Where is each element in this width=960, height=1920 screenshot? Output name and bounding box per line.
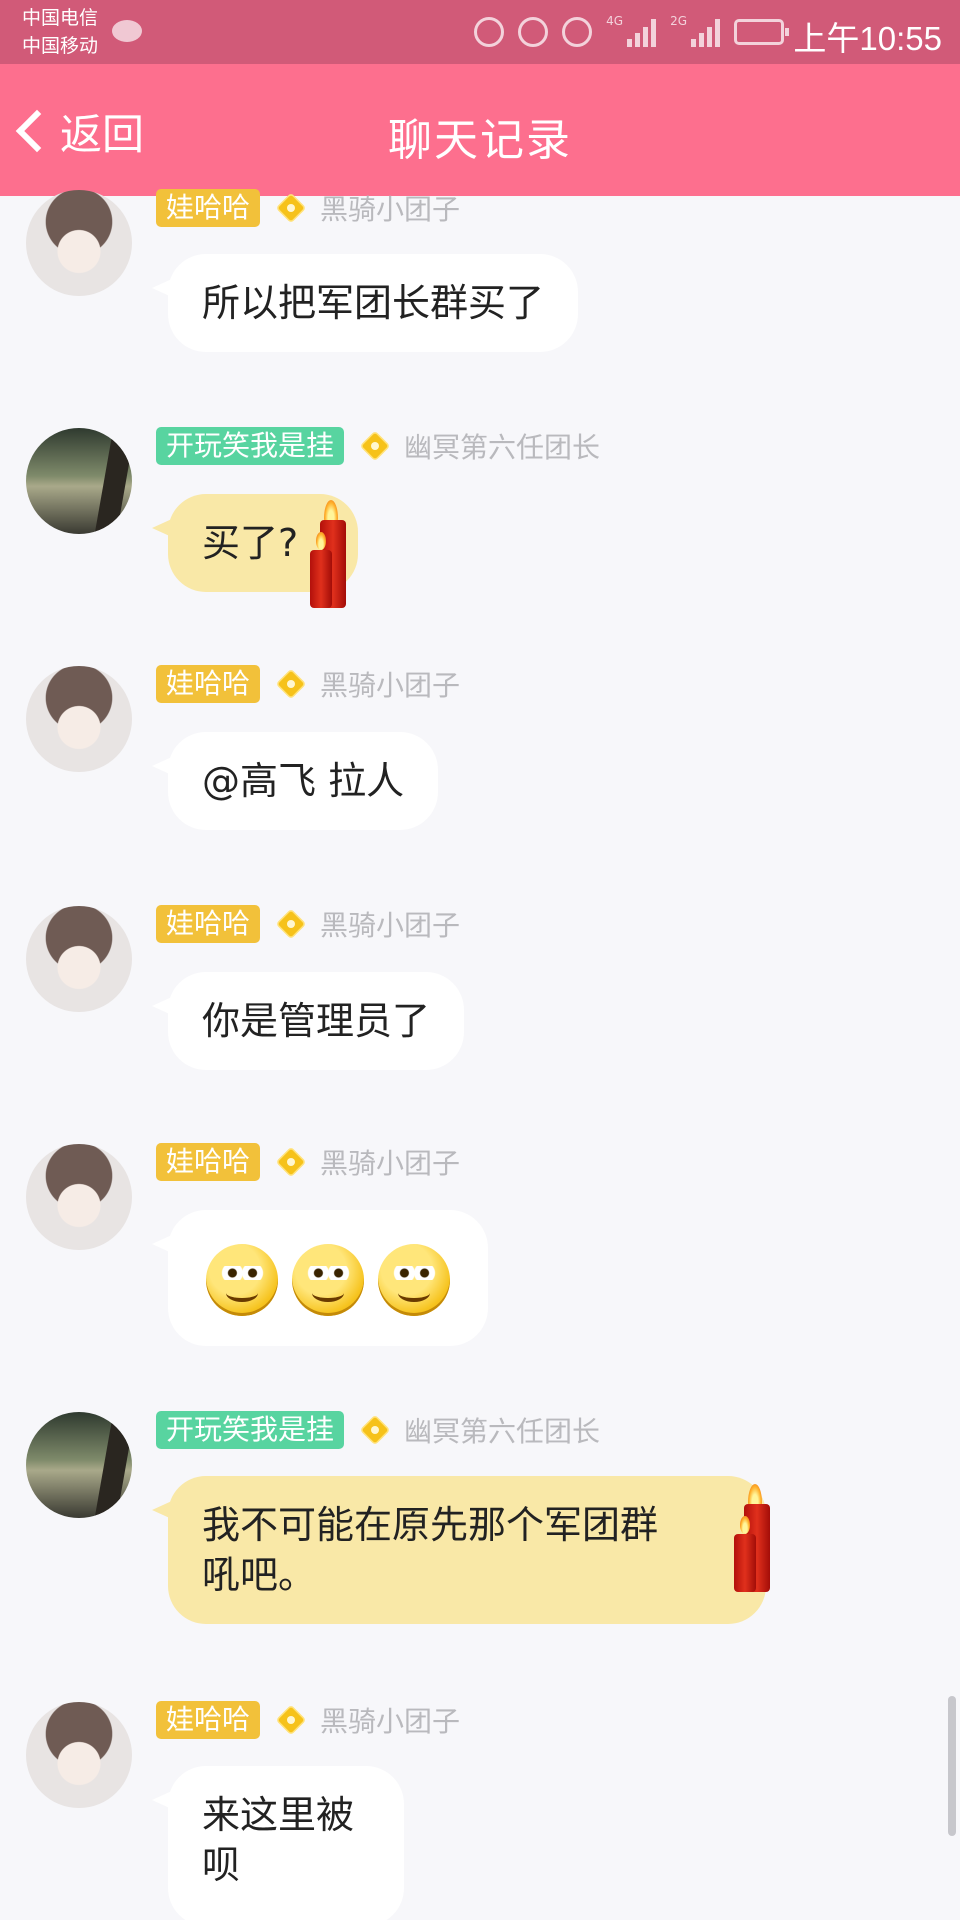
status-bar: 中国电信 中国移动 4G 2G 上午10:55 bbox=[0, 0, 960, 64]
sender-row: 娃哈哈 黑骑小团子 bbox=[156, 1700, 460, 1740]
sender-row: 娃哈哈 黑骑小团子 bbox=[156, 904, 460, 944]
sender-badge: 娃哈哈 bbox=[156, 1701, 261, 1739]
sender-title: 黑骑小团子 bbox=[320, 193, 461, 226]
sender-badge: 娃哈哈 bbox=[156, 905, 261, 943]
sender-title: 黑骑小团子 bbox=[320, 669, 461, 702]
star-icon bbox=[272, 189, 310, 227]
sender-badge: 开玩笑我是挂 bbox=[156, 427, 345, 465]
avatar[interactable] bbox=[26, 666, 132, 772]
carrier-label: 中国电信 bbox=[22, 7, 99, 29]
smirk-emoji-icon bbox=[292, 1244, 364, 1316]
avatar[interactable] bbox=[26, 428, 132, 534]
sender-row: 娃哈哈 黑骑小团子 bbox=[156, 1142, 460, 1182]
star-icon bbox=[272, 665, 310, 703]
sender-row: 娃哈哈 黑骑小团子 bbox=[156, 664, 460, 704]
sender-badge: 娃哈哈 bbox=[156, 1143, 261, 1181]
message-icon bbox=[112, 20, 142, 42]
message-text-line: 呗 bbox=[202, 1843, 241, 1887]
page-title: 聊天记录 bbox=[388, 115, 572, 166]
scrollbar[interactable] bbox=[948, 1696, 956, 1836]
star-icon bbox=[356, 427, 394, 465]
message-bubble[interactable] bbox=[152, 1210, 488, 1346]
star-icon bbox=[356, 1411, 394, 1449]
signal-icon bbox=[627, 17, 657, 47]
message-bubble[interactable]: @高飞 拉人 bbox=[151, 732, 439, 830]
system-icons: 4G 2G bbox=[474, 14, 789, 50]
sender-title: 幽冥第六任团长 bbox=[404, 1415, 601, 1448]
message-bubble[interactable]: 你是管理员了 bbox=[151, 972, 465, 1070]
star-icon bbox=[272, 1701, 310, 1739]
avatar[interactable] bbox=[26, 1412, 132, 1518]
avatar[interactable] bbox=[26, 1144, 132, 1250]
status-time: 上午10:55 bbox=[793, 20, 942, 57]
candle-icon bbox=[734, 1484, 782, 1592]
avatar[interactable] bbox=[26, 190, 132, 296]
sender-row: 娃哈哈 黑骑小团子 bbox=[156, 188, 460, 228]
sender-row: 开玩笑我是挂 幽冥第六任团长 bbox=[156, 1410, 600, 1450]
message-bubble[interactable]: 来这里被 呗 bbox=[152, 1766, 404, 1920]
message-bubble[interactable]: 所以把军团长群买了 bbox=[151, 254, 579, 352]
sender-badge: 娃哈哈 bbox=[156, 189, 261, 227]
smirk-emoji-icon bbox=[378, 1244, 450, 1316]
message-text-line: 吼吧。 bbox=[202, 1553, 317, 1597]
message-bubble[interactable]: 我不可能在原先那个军团群 吼吧。 bbox=[152, 1476, 766, 1624]
sender-title: 幽冥第六任团长 bbox=[404, 431, 601, 464]
sender-badge: 开玩笑我是挂 bbox=[156, 1411, 345, 1449]
sender-title: 黑骑小团子 bbox=[320, 1147, 461, 1180]
candle-icon bbox=[310, 500, 358, 608]
avatar[interactable] bbox=[26, 906, 132, 1012]
alarm-icon bbox=[518, 17, 549, 47]
signal-icon bbox=[691, 17, 720, 47]
sender-badge: 娃哈哈 bbox=[156, 665, 261, 703]
sender-row: 开玩笑我是挂 幽冥第六任团长 bbox=[156, 426, 600, 466]
smirk-emoji-icon bbox=[206, 1244, 278, 1316]
battery-icon bbox=[734, 19, 789, 45]
network-label: 2G bbox=[670, 14, 687, 28]
star-icon bbox=[272, 905, 310, 943]
avatar[interactable] bbox=[26, 1702, 132, 1808]
sender-title: 黑骑小团子 bbox=[320, 909, 461, 942]
app-header: 返回 聊天记录 bbox=[0, 64, 960, 196]
sender-title: 黑骑小团子 bbox=[320, 1705, 461, 1738]
network-label: 4G bbox=[606, 14, 624, 28]
eye-icon bbox=[562, 17, 593, 47]
star-icon bbox=[272, 1143, 310, 1181]
message-text-line: 来这里被 bbox=[202, 1793, 355, 1837]
message-text-line: 我不可能在原先那个军团群 bbox=[202, 1503, 659, 1547]
mute-icon bbox=[474, 17, 505, 47]
carrier-label: 中国移动 bbox=[22, 35, 99, 57]
